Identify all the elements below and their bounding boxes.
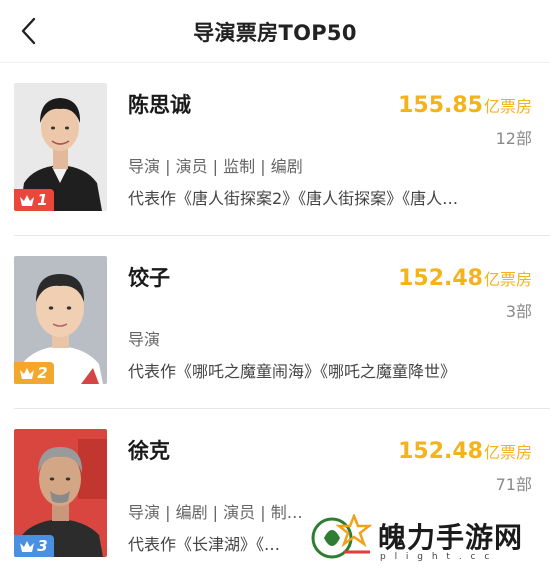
box-office-value: 152.48 (398, 439, 483, 464)
page-title: 导演票房TOP50 (193, 21, 357, 45)
box-office-unit: 亿票房 (483, 270, 532, 289)
box-office-value: 152.48 (398, 266, 483, 291)
crown-icon (20, 367, 35, 379)
director-roles: 导演 | 演员 | 监制 | 编剧 (128, 157, 303, 176)
representative-works: 代表作《哪吒之魔童闹海》《哪吒之魔童降世》 (128, 362, 457, 381)
film-count: 3部 (505, 302, 532, 321)
film-count: 12部 (495, 129, 532, 148)
director-photo: 3 (14, 429, 107, 557)
director-card-2[interactable]: 2 饺子 152.48亿票房 3部 导演 代表作《哪吒之魔童闹海》《哪吒之魔童降… (0, 236, 550, 408)
director-name: 陈思诚 (128, 93, 191, 117)
crown-icon (20, 194, 35, 206)
director-name: 徐克 (128, 439, 170, 463)
box-office: 155.85亿票房 (398, 93, 532, 118)
rank-number: 3 (37, 537, 48, 555)
box-office: 152.48亿票房 (398, 266, 532, 291)
box-office-unit: 亿票房 (483, 97, 532, 116)
rank-badge: 1 (14, 189, 54, 211)
film-count: 71部 (495, 475, 532, 494)
rank-badge: 3 (14, 535, 54, 557)
crown-icon (20, 540, 35, 552)
watermark-text: 魄力手游网 (378, 521, 524, 554)
director-name: 饺子 (128, 266, 170, 290)
top-bar: 导演票房TOP50 (0, 0, 550, 62)
rank-number: 1 (37, 191, 48, 209)
watermark-url: p l i g h t . c c (380, 552, 493, 562)
representative-works: 代表作《唐人街探案2》《唐人街探案》《唐人… (128, 189, 459, 208)
rank-number: 2 (37, 364, 48, 382)
director-card-1[interactable]: 1 陈思诚 155.85亿票房 12部 导演 | 演员 | 监制 | 编剧 代表… (0, 63, 550, 235)
director-photo: 2 (14, 256, 107, 384)
box-office-unit: 亿票房 (483, 443, 532, 462)
box-office: 152.48亿票房 (398, 439, 532, 464)
director-roles: 导演 | 编剧 | 演员 | 制… (128, 503, 303, 522)
director-photo: 1 (14, 83, 107, 211)
box-office-value: 155.85 (398, 93, 483, 118)
rank-badge: 2 (14, 362, 54, 384)
director-roles: 导演 (128, 330, 161, 349)
site-watermark: 魄力手游网 p l i g h t . c c (304, 508, 550, 567)
site-logo-icon (311, 514, 372, 559)
